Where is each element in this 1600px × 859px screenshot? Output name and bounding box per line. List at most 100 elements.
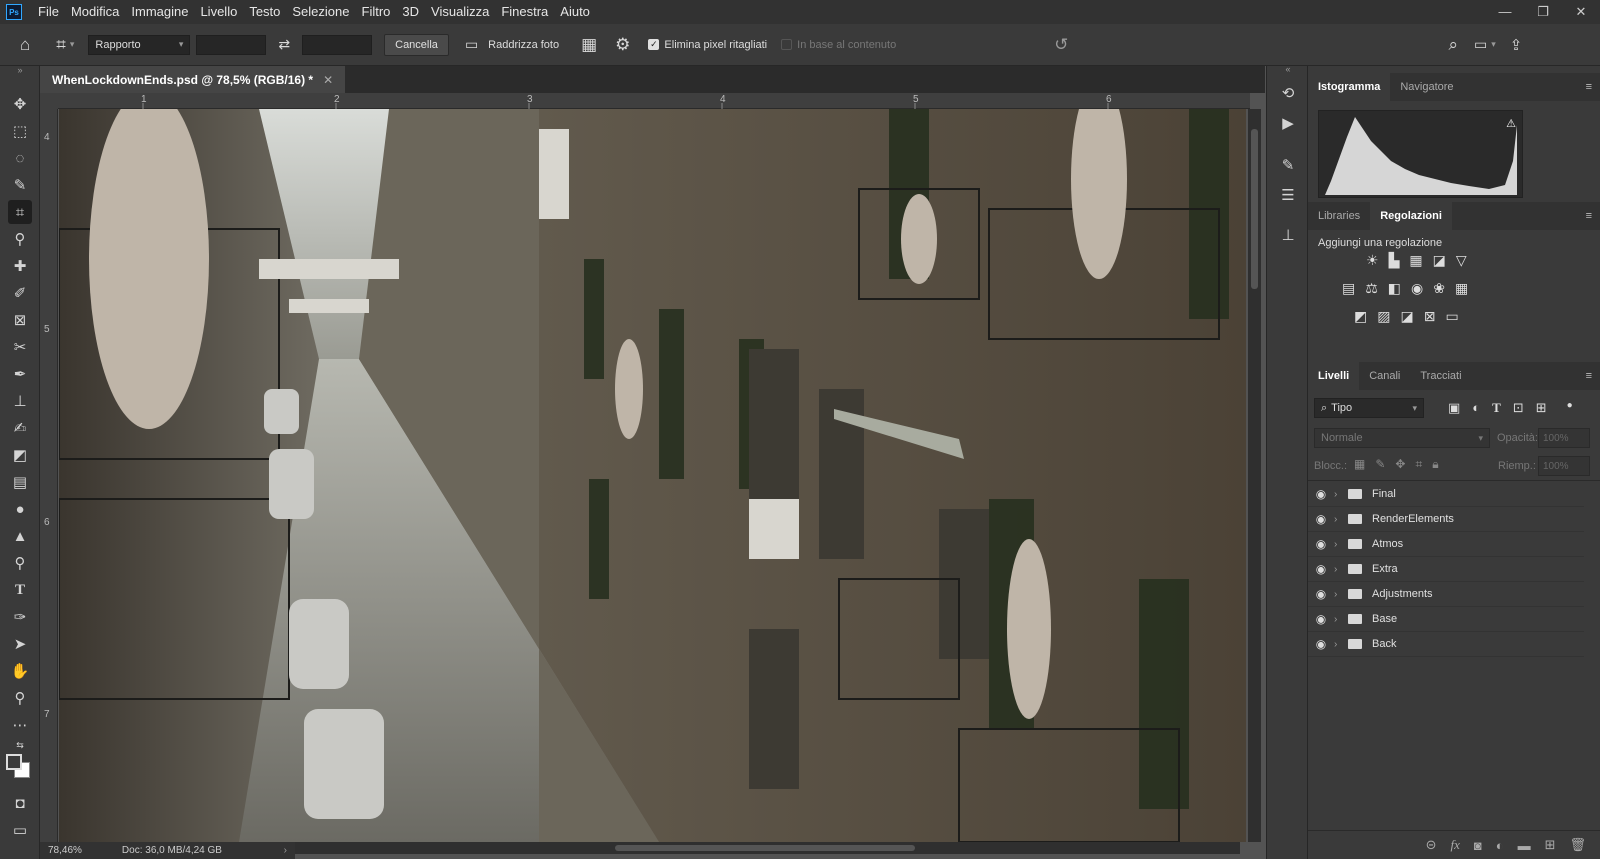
crop-tool-preset-icon[interactable]: ⌗ <box>56 35 66 55</box>
swap-colors-icon[interactable]: ⇆ <box>8 738 32 752</box>
close-tab-icon[interactable]: ✕ <box>323 73 333 87</box>
brush-settings-icon[interactable]: ✎ <box>1277 156 1299 178</box>
sharpen-tool-icon[interactable]: ▲ <box>8 524 32 548</box>
visibility-eye-icon[interactable]: ◉ <box>1308 512 1334 526</box>
share-icon[interactable]: ⇪ <box>1510 36 1523 54</box>
expand-chevron-icon[interactable]: › <box>1334 539 1348 550</box>
home-icon[interactable]: ⌂ <box>20 35 30 55</box>
content-aware-checkbox[interactable]: In base al contenuto <box>781 39 896 51</box>
new-group-folder-icon[interactable]: ▬ <box>1518 838 1531 853</box>
panel-menu-icon[interactable]: ≡ <box>1578 73 1600 101</box>
expand-chevron-icon[interactable]: › <box>1334 489 1348 500</box>
lock-icon[interactable]: 🔒︎ <box>1432 457 1438 472</box>
opacity-input[interactable]: 100% <box>1538 428 1590 448</box>
invert-icon[interactable]: ◩ <box>1354 308 1367 325</box>
vibrance-icon[interactable]: ▽ <box>1456 252 1467 269</box>
add-mask-icon[interactable]: ◙ <box>1474 838 1482 853</box>
menu-testo[interactable]: Testo <box>243 0 286 24</box>
threshold-icon[interactable]: ◪ <box>1400 308 1413 325</box>
layer-row-adjustments[interactable]: ◉ › Adjustments <box>1308 582 1584 607</box>
layer-row-extra[interactable]: ◉ › Extra <box>1308 557 1584 582</box>
expand-chevron-icon[interactable]: › <box>1334 614 1348 625</box>
visibility-eye-icon[interactable]: ◉ <box>1308 487 1334 501</box>
gradient-map-icon[interactable]: ▭ <box>1445 308 1458 325</box>
layer-row-final[interactable]: ◉ › Final <box>1308 482 1584 507</box>
menu-immagine[interactable]: Immagine <box>125 0 194 24</box>
expand-chevron-icon[interactable]: › <box>1334 564 1348 575</box>
warning-icon[interactable]: ⚠ <box>1506 117 1516 130</box>
lock-artboard-icon[interactable]: ⌗ <box>1415 457 1422 472</box>
eraser-tool-icon[interactable]: ◩ <box>8 443 32 467</box>
search-icon[interactable]: ⌕ <box>1448 35 1458 55</box>
tab-regolazioni[interactable]: Regolazioni <box>1370 202 1452 230</box>
eyedropper-tool-icon[interactable]: ⚲ <box>8 227 32 251</box>
vertical-ruler[interactable]: 4 5 6 7 <box>40 109 58 842</box>
tab-canali[interactable]: Canali <box>1359 362 1410 390</box>
visibility-eye-icon[interactable]: ◉ <box>1308 637 1334 651</box>
menu-aiuto[interactable]: Aiuto <box>554 0 596 24</box>
clone-stamp-tool-icon[interactable]: ⊥ <box>8 389 32 413</box>
zoom-level[interactable]: 78,46% <box>48 845 82 856</box>
marquee-tool-icon[interactable]: ⬚ <box>8 119 32 143</box>
ratio-select[interactable]: Rapporto ▾ <box>88 34 191 55</box>
levels-icon[interactable]: ▙ <box>1389 252 1400 269</box>
properties-sliders-icon[interactable]: ☰ <box>1277 186 1299 208</box>
vertical-scroll-thumb[interactable] <box>1251 129 1258 289</box>
history-icon[interactable]: ⟲ <box>1277 84 1299 106</box>
move-tool-icon[interactable]: ✥ <box>8 92 32 116</box>
workspace-icon[interactable]: ▭ <box>1474 36 1487 53</box>
pen-tool-icon[interactable]: ✑ <box>8 605 32 629</box>
blur-tool-icon[interactable]: ● <box>8 497 32 521</box>
new-layer-icon[interactable]: ⊞ <box>1545 837 1556 853</box>
lock-brush-icon[interactable]: ✎ <box>1375 457 1385 472</box>
horizontal-scroll-thumb[interactable] <box>615 845 915 851</box>
path-selection-tool-icon[interactable]: ➤ <box>8 632 32 656</box>
filter-toggle-icon[interactable]: ● <box>1567 400 1573 416</box>
menu-modifica[interactable]: Modifica <box>65 0 125 24</box>
exposure-icon[interactable]: ◪ <box>1433 252 1446 269</box>
gear-icon[interactable]: ⚙ <box>615 35 630 55</box>
filter-adjustment-icon[interactable]: ◐ <box>1472 400 1480 416</box>
tab-tracciati[interactable]: Tracciati <box>1410 362 1471 390</box>
clone-source-icon[interactable]: ⊥ <box>1277 226 1299 248</box>
channel-mixer-icon[interactable]: ❀ <box>1433 280 1445 297</box>
filter-shape-icon[interactable]: ⊡ <box>1513 400 1524 416</box>
visibility-eye-icon[interactable]: ◉ <box>1308 612 1334 626</box>
tab-navigatore[interactable]: Navigatore <box>1390 73 1463 101</box>
brush-tool-icon[interactable]: ✐ <box>8 281 32 305</box>
layer-filter-select[interactable]: ⌕ Tipo ▾ <box>1314 398 1424 418</box>
hue-saturation-icon[interactable]: ▤ <box>1342 280 1355 297</box>
grid-overlay-icon[interactable]: ▦ <box>581 35 597 55</box>
panel-menu-icon[interactable]: ≡ <box>1578 362 1600 390</box>
vertical-scrollbar[interactable] <box>1248 109 1261 842</box>
dodge-tool-icon[interactable]: ⚲ <box>8 551 32 575</box>
paint-brush-tool-icon[interactable]: ✒ <box>8 362 32 386</box>
black-white-icon[interactable]: ◧ <box>1388 280 1401 297</box>
quick-mask-icon[interactable]: ◘ <box>8 791 32 815</box>
straighten-label[interactable]: Raddrizza foto <box>488 39 559 51</box>
delete-pixels-checkbox[interactable]: ✓ Elimina pixel ritagliati <box>648 39 767 51</box>
layer-row-back[interactable]: ◉ › Back <box>1308 632 1584 657</box>
posterize-icon[interactable]: ▨ <box>1377 308 1390 325</box>
filter-smart-object-icon[interactable]: ⊞ <box>1536 400 1547 416</box>
chevron-down-icon[interactable]: ▾ <box>1491 39 1496 50</box>
layer-row-base[interactable]: ◉ › Base <box>1308 607 1584 632</box>
brightness-contrast-icon[interactable]: ☀ <box>1366 252 1379 269</box>
new-adjustment-layer-icon[interactable]: ◐ <box>1496 838 1504 853</box>
height-input[interactable] <box>302 34 373 55</box>
history-brush-tool-icon[interactable]: ✍ <box>8 416 32 440</box>
gradient-tool-icon[interactable]: ▤ <box>8 470 32 494</box>
foreground-color-swatch[interactable] <box>6 754 22 770</box>
menu-file[interactable]: File <box>32 0 65 24</box>
screen-mode-icon[interactable]: ▭ <box>8 818 32 842</box>
healing-brush-tool-icon[interactable]: ✚ <box>8 254 32 278</box>
link-layers-icon[interactable]: ⊝ <box>1426 837 1437 853</box>
expand-chevron-icon[interactable]: › <box>1334 514 1348 525</box>
layer-row-renderelements[interactable]: ◉ › RenderElements <box>1308 507 1584 532</box>
menu-livello[interactable]: Livello <box>194 0 243 24</box>
minimize-button[interactable]: — <box>1486 4 1524 20</box>
selective-color-icon[interactable]: ⊠ <box>1424 308 1436 325</box>
color-lookup-icon[interactable]: ▦ <box>1455 280 1468 297</box>
chevron-right-icon[interactable]: › <box>284 845 287 856</box>
crop-tool-icon[interactable]: ⌗ <box>8 200 32 224</box>
